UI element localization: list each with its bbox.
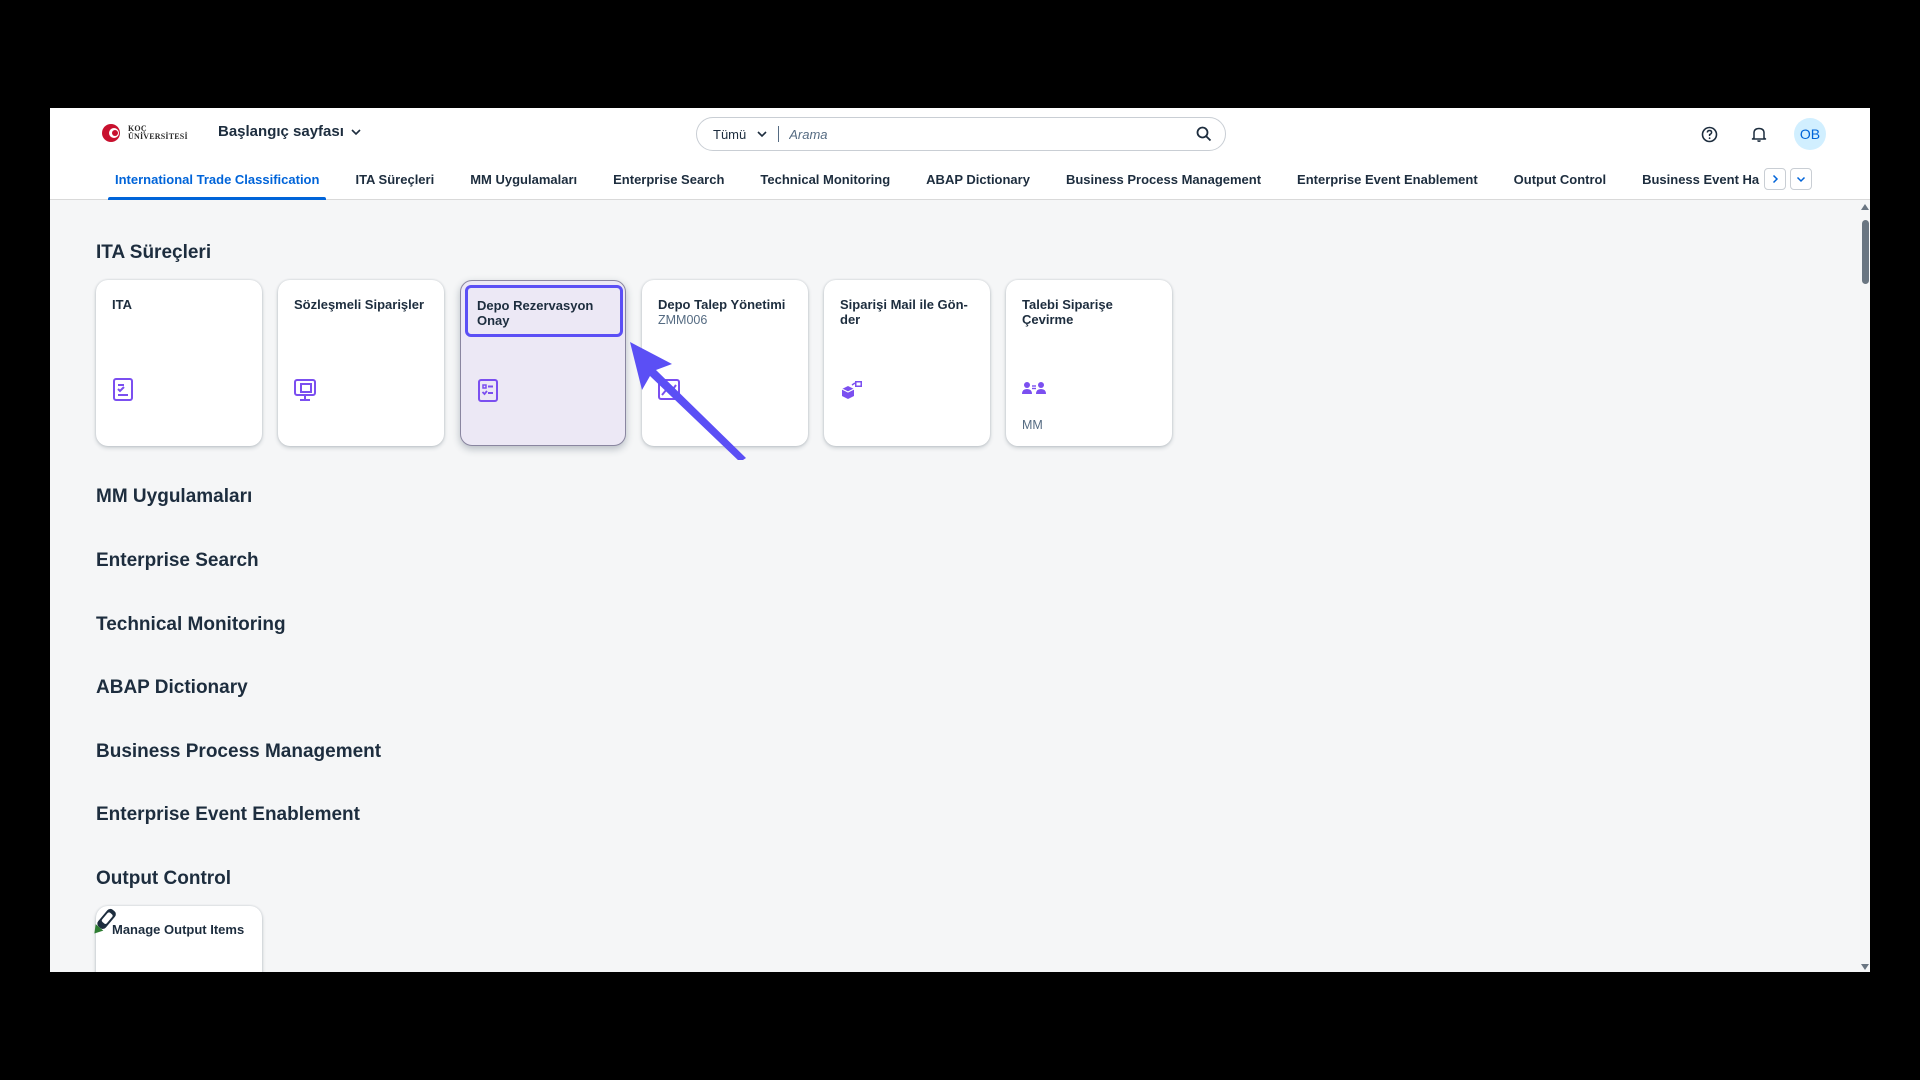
- chevron-down-icon: [757, 131, 767, 138]
- tab-bar: International Trade Classification ITA S…: [50, 158, 1870, 200]
- pen-edit-icon: [94, 908, 116, 934]
- tile-title: ITA: [112, 297, 132, 312]
- tile-title: Manage Output Items: [112, 922, 245, 937]
- tab-list: International Trade Classification ITA S…: [108, 158, 1828, 200]
- help-icon[interactable]: [1694, 119, 1724, 149]
- chevron-right-icon[interactable]: [1764, 168, 1786, 190]
- tile-title: Talebi Siparişe Çevirme: [1022, 297, 1113, 327]
- notifications-bell-icon[interactable]: [1744, 119, 1774, 149]
- tab-overflow-controls: [1760, 168, 1812, 190]
- chevron-down-icon: [351, 128, 361, 135]
- search-separator: [778, 126, 780, 142]
- search-input[interactable]: [789, 126, 1187, 142]
- search-scope-value: Tümü: [713, 126, 747, 142]
- tile-title: Sözleşmeli Siparişler: [294, 297, 425, 312]
- tab-technical-monitoring[interactable]: Technical Monitoring: [760, 158, 908, 200]
- home-title-text: Başlangıç sayfası: [218, 123, 344, 140]
- search-scope-select[interactable]: Tümü: [697, 118, 768, 150]
- section-title-mm-uygulamalari: MM Uygulamaları: [96, 486, 253, 507]
- shell-bar: KOÇ ÜNİVERSİTESİ Başlangıç sayfası Tümü: [50, 108, 1870, 158]
- tile-title: Depo Talep Yönetimi: [658, 297, 786, 312]
- tile-talebi-siparise-cevirme[interactable]: Talebi Siparişe Çevirme MM: [1006, 280, 1172, 446]
- scroll-thumb[interactable]: [1862, 220, 1869, 284]
- app-window: KOÇ ÜNİVERSİTESİ Başlangıç sayfası Tümü: [50, 108, 1870, 972]
- search-field: Tümü: [696, 117, 1226, 151]
- tile-title: Siparişi Mail ile Gön-der: [840, 297, 968, 327]
- people-transfer-icon: [1020, 376, 1046, 402]
- shell-actions: OB: [1694, 118, 1826, 150]
- logo-line-2: ÜNİVERSİTESİ: [128, 132, 188, 141]
- tile-title: Depo Rezervasyon Onay: [477, 298, 594, 328]
- tile-subtitle: ZMM006: [658, 313, 708, 327]
- tab-business-event-handling[interactable]: Business Event Ha: [1642, 158, 1777, 200]
- tile-siparisi-mail-ile-gonder[interactable]: Siparişi Mail ile Gön-der: [824, 280, 990, 446]
- tab-mm-uygulamalari[interactable]: MM Uygulamaları: [470, 158, 595, 200]
- section-title-abap-dictionary: ABAP Dictionary: [96, 677, 248, 698]
- search-icon[interactable]: [1187, 117, 1221, 151]
- tab-enterprise-search[interactable]: Enterprise Search: [613, 158, 742, 200]
- checklist-icon: [475, 377, 501, 403]
- section-title-enterprise-search: Enterprise Search: [96, 550, 259, 571]
- tile-depo-rezervasyon-onay[interactable]: Depo Rezervasyon Onay: [460, 280, 626, 446]
- section-title-ita-surecleri: ITA Süreçleri: [96, 242, 212, 263]
- tab-international-trade-classification[interactable]: International Trade Classification: [108, 158, 327, 200]
- tile-depo-talep-yonetimi[interactable]: Depo Talep Yönetimi ZMM006: [642, 280, 808, 446]
- section-title-business-process-management: Business Process Management: [96, 741, 382, 762]
- section-title-enterprise-event-enablement: Enterprise Event Enablement: [96, 804, 360, 825]
- monitor-copy-icon: [292, 376, 318, 402]
- tile-ita[interactable]: ITA: [96, 280, 262, 446]
- tab-output-control[interactable]: Output Control: [1514, 158, 1624, 200]
- logo-mark-icon: [100, 122, 124, 144]
- tile-sozlesmeli-siparisler[interactable]: Sözleşmeli Siparişler: [278, 280, 444, 446]
- page-content: ITA Süreçleri ITA Sözleşmeli Siparişler …: [50, 200, 1860, 972]
- tab-enterprise-event-enablement[interactable]: Enterprise Event Enablement: [1297, 158, 1496, 200]
- content-scrollbar[interactable]: [1860, 200, 1870, 972]
- clipboard-list-icon: [110, 376, 136, 402]
- tile-footer: MM: [1022, 418, 1043, 432]
- user-avatar[interactable]: OB: [1794, 118, 1826, 150]
- koc-university-logo[interactable]: KOÇ ÜNİVERSİTESİ: [100, 122, 188, 144]
- chart-icon: [656, 376, 682, 402]
- shipping-boxes-icon: [838, 376, 864, 402]
- section-title-output-control: Output Control: [96, 868, 232, 889]
- tab-business-process-management[interactable]: Business Process Management: [1066, 158, 1279, 200]
- scroll-down-arrow-icon[interactable]: [1861, 964, 1869, 970]
- home-title-menu[interactable]: Başlangıç sayfası: [218, 123, 362, 140]
- scroll-up-arrow-icon[interactable]: [1861, 204, 1869, 210]
- chevron-down-icon[interactable]: [1790, 168, 1812, 190]
- section-title-technical-monitoring: Technical Monitoring: [96, 614, 286, 635]
- tab-abap-dictionary[interactable]: ABAP Dictionary: [926, 158, 1048, 200]
- logo-text: KOÇ ÜNİVERSİTESİ: [128, 125, 188, 141]
- tab-ita-surecleri[interactable]: ITA Süreçleri: [355, 158, 452, 200]
